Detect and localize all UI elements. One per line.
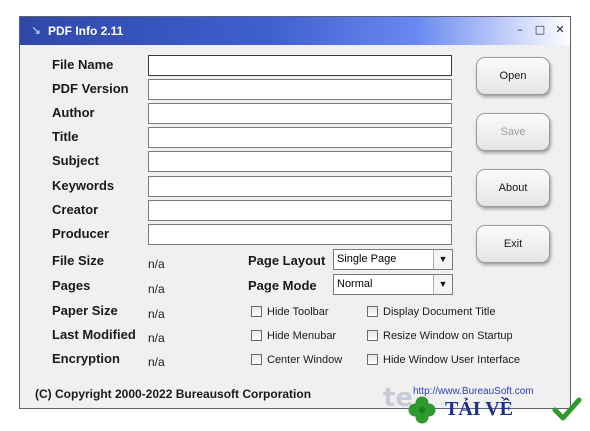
center-window-label[interactable]: Center Window — [267, 353, 342, 367]
page-layout-label: Page Layout — [248, 253, 326, 268]
file-size-label: File Size — [52, 253, 105, 268]
producer-label: Producer — [52, 226, 110, 241]
creator-label: Creator — [52, 202, 99, 217]
pages-value: n/a — [148, 282, 165, 296]
paper-size-label: Paper Size — [52, 303, 118, 318]
subject-label: Subject — [52, 153, 99, 168]
dropdown-arrow-icon[interactable]: ▼ — [433, 250, 452, 269]
exit-button[interactable]: Exit — [476, 225, 550, 263]
page-mode-select[interactable]: Normal ▼ — [333, 274, 453, 295]
copyright-text: (C) Copyright 2000-2022 Bureausoft Corpo… — [35, 387, 312, 401]
encryption-label: Encryption — [52, 351, 120, 366]
maximize-icon[interactable]: □ — [532, 22, 548, 38]
title-field[interactable] — [148, 127, 452, 148]
title-bar[interactable]: ↘ PDF Info 2.11 – □ ✕ — [20, 17, 570, 45]
last-modified-value: n/a — [148, 331, 165, 345]
pages-label: Pages — [52, 278, 91, 293]
window-title: PDF Info 2.11 — [48, 24, 124, 38]
file-size-value: n/a — [148, 257, 165, 271]
resize-window-on-startup-label[interactable]: Resize Window on Startup — [383, 329, 513, 343]
page-layout-selected: Single Page — [337, 253, 397, 265]
subject-field[interactable] — [148, 151, 452, 172]
title-label: Title — [52, 129, 79, 144]
hide-window-user-interface-label[interactable]: Hide Window User Interface — [383, 353, 520, 367]
hide-toolbar-label[interactable]: Hide Toolbar — [267, 305, 329, 319]
display-document-title-label[interactable]: Display Document Title — [383, 305, 496, 319]
watermark-text: TẢI VỀ — [445, 398, 513, 420]
checkmark-icon — [552, 397, 582, 421]
hide-menubar-checkbox[interactable] — [251, 330, 262, 341]
page-mode-label: Page Mode — [248, 278, 317, 293]
page-mode-selected: Normal — [337, 278, 373, 290]
hide-window-user-interface-checkbox[interactable] — [367, 354, 378, 365]
dropdown-arrow-icon[interactable]: ▼ — [433, 275, 452, 294]
author-field[interactable] — [148, 103, 452, 124]
paper-size-value: n/a — [148, 307, 165, 321]
file-name-field[interactable] — [148, 55, 452, 76]
keywords-field[interactable] — [148, 176, 452, 197]
pdf-info-window: ↘ PDF Info 2.11 – □ ✕ File Name PDF Vers… — [19, 16, 571, 409]
producer-field[interactable] — [148, 224, 452, 245]
center-window-checkbox[interactable] — [251, 354, 262, 365]
minimize-icon[interactable]: – — [512, 22, 528, 38]
last-modified-label: Last Modified — [52, 327, 136, 342]
pdf-version-label: PDF Version — [52, 81, 129, 96]
hide-toolbar-checkbox[interactable] — [251, 306, 262, 317]
page-layout-select[interactable]: Single Page ▼ — [333, 249, 453, 270]
about-button[interactable]: About — [476, 169, 550, 207]
display-document-title-checkbox[interactable] — [367, 306, 378, 317]
app-icon: ↘ — [30, 23, 42, 37]
pdf-version-field[interactable] — [148, 79, 452, 100]
hide-menubar-label[interactable]: Hide Menubar — [267, 329, 336, 343]
file-name-label: File Name — [52, 57, 114, 72]
author-label: Author — [52, 105, 95, 120]
open-button[interactable]: Open — [476, 57, 550, 95]
keywords-label: Keywords — [52, 178, 115, 193]
clover-icon — [408, 396, 436, 424]
creator-field[interactable] — [148, 200, 452, 221]
save-button[interactable]: Save — [476, 113, 550, 151]
resize-window-on-startup-checkbox[interactable] — [367, 330, 378, 341]
encryption-value: n/a — [148, 355, 165, 369]
close-icon[interactable]: ✕ — [552, 22, 568, 38]
